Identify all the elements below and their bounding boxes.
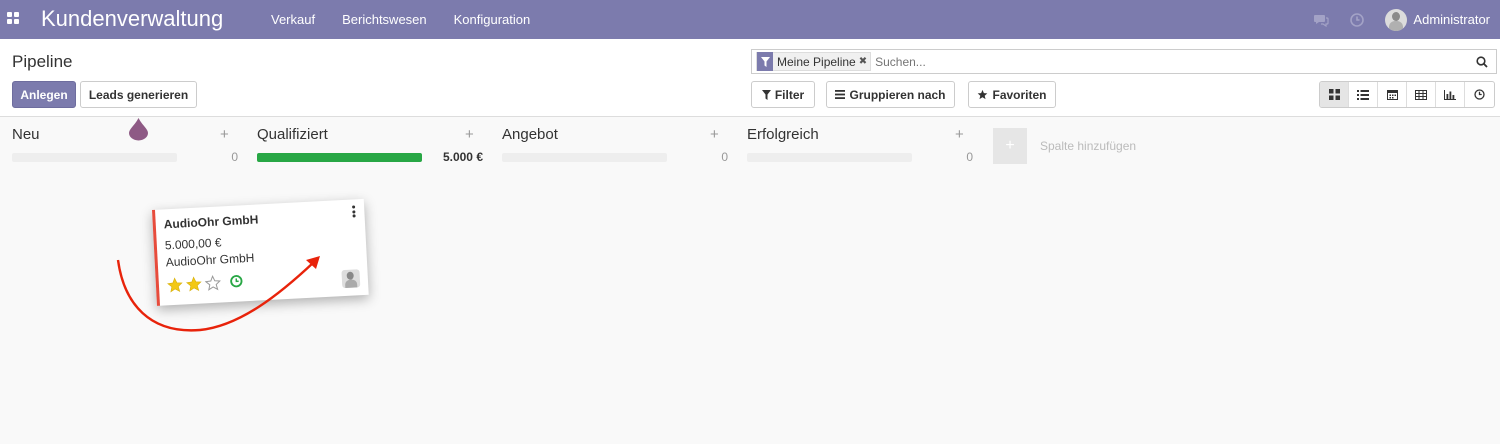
add-column-button[interactable]: + — [993, 128, 1027, 164]
filter-facet-icon — [757, 52, 773, 71]
graph-icon[interactable] — [1436, 82, 1465, 107]
filter-icon — [761, 89, 771, 100]
quick-create-icon[interactable]: + — [710, 126, 719, 143]
group-by-label: Gruppieren nach — [849, 87, 946, 102]
app-title[interactable]: Kundenverwaltung — [41, 6, 223, 32]
column-progressbar[interactable] — [502, 153, 667, 162]
card-avatar — [341, 269, 361, 289]
main-menu: Verkauf Berichtswesen Konfiguration — [262, 12, 548, 27]
menu-item-verkauf[interactable]: Verkauf — [262, 12, 315, 27]
filter-label: Filter — [774, 87, 805, 102]
pivot-icon[interactable] — [1407, 82, 1436, 107]
bars-icon — [835, 90, 846, 99]
card-amount: 5.000,00 € — [164, 235, 222, 253]
list-icon[interactable] — [1349, 82, 1378, 107]
column-progressbar[interactable] — [12, 153, 177, 162]
search-facet: Meine Pipeline ✖ — [756, 52, 872, 71]
quick-create-icon[interactable]: + — [955, 126, 964, 143]
kanban-column: Angebot + 0 — [502, 118, 732, 444]
systray: Administrator — [1313, 0, 1490, 39]
calendar-icon[interactable] — [1378, 82, 1407, 107]
search-input[interactable] — [875, 54, 1472, 69]
kanban-board: Neu + 0 Qualifiziert + 5.000 € Angebot +… — [0, 118, 1500, 444]
column-progressbar[interactable] — [747, 153, 912, 162]
quick-create-icon[interactable]: + — [465, 126, 474, 143]
view-switcher — [1319, 81, 1495, 108]
search-icon[interactable] — [1472, 52, 1492, 72]
create-button[interactable]: Anlegen — [12, 81, 76, 108]
favorites-button[interactable]: Favoriten — [968, 81, 1056, 108]
column-total: 0 — [721, 150, 728, 164]
group-by-button[interactable]: Gruppieren nach — [826, 81, 955, 108]
card-menu-icon[interactable] — [352, 205, 357, 218]
filter-button[interactable]: Filter — [751, 81, 815, 108]
column-title[interactable]: Erfolgreich — [747, 126, 819, 143]
card-title: AudioOhr GmbH — [163, 212, 259, 232]
kanban-icon[interactable] — [1320, 82, 1349, 107]
menu-item-konfiguration[interactable]: Konfiguration — [445, 12, 531, 27]
column-total: 5.000 € — [442, 150, 483, 164]
column-total: 0 — [231, 150, 238, 164]
menu-item-berichtswesen[interactable]: Berichtswesen — [333, 12, 427, 27]
apps-menu-icon[interactable] — [7, 12, 19, 24]
column-title[interactable]: Angebot — [502, 126, 558, 143]
star-icon — [977, 89, 988, 100]
column-total: 0 — [966, 150, 973, 164]
column-progressbar[interactable] — [257, 153, 422, 162]
activity-view-icon[interactable] — [1465, 82, 1494, 107]
favorites-label: Favoriten — [992, 87, 1047, 102]
user-name[interactable]: Administrator — [1413, 12, 1490, 27]
control-panel: Pipeline Anlegen Leads generieren Meine … — [0, 39, 1500, 141]
facet-value: Meine Pipeline — [777, 54, 856, 69]
breadcrumb: Pipeline — [12, 52, 73, 71]
search-box: Meine Pipeline ✖ — [751, 49, 1497, 74]
quick-create-icon[interactable]: + — [220, 126, 229, 143]
drag-arrow-icon — [116, 256, 320, 332]
user-avatar[interactable] — [1385, 8, 1408, 31]
generate-leads-button[interactable]: Leads generieren — [80, 81, 197, 108]
column-title[interactable]: Neu — [12, 126, 40, 143]
top-navbar: Kundenverwaltung Verkauf Berichtswesen K… — [0, 0, 1500, 39]
column-title[interactable]: Qualifiziert — [257, 126, 328, 143]
facet-remove-icon[interactable]: ✖ — [859, 56, 870, 67]
add-column-label[interactable]: Spalte hinzufügen — [1040, 139, 1136, 153]
chat-icon[interactable] — [1313, 12, 1330, 28]
progress-fill — [257, 153, 422, 162]
kanban-column: Erfolgreich + 0 — [747, 118, 977, 444]
clock-icon[interactable] — [1349, 12, 1365, 28]
